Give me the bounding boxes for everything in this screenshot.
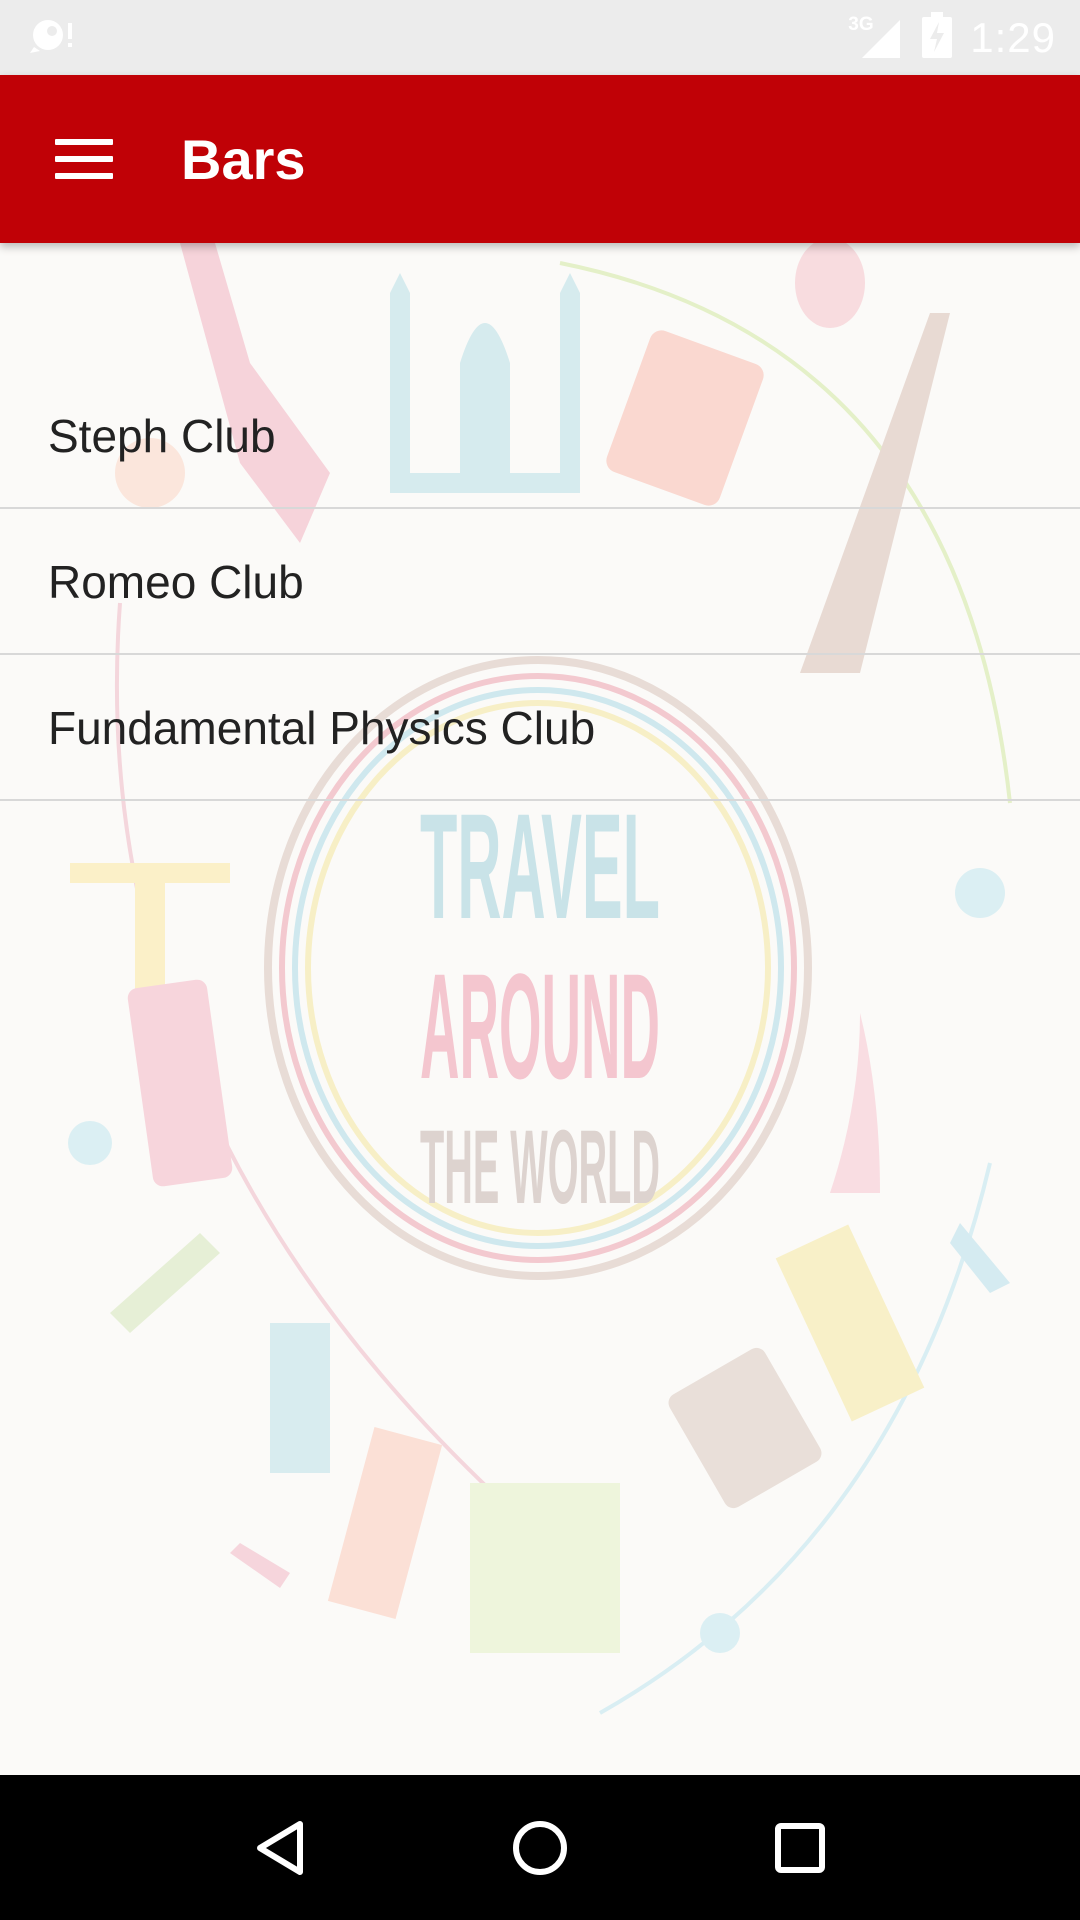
page-title: Bars [181,127,306,191]
signal-icon: 3G [848,14,904,60]
back-icon[interactable] [240,1808,320,1888]
list-item[interactable]: Steph Club [0,363,1080,509]
home-icon[interactable] [500,1808,580,1888]
content-area: TRAVEL AROUND THE WORLD Steph Club Romeo… [0,243,1080,1775]
battery-charging-icon [922,12,953,63]
status-bar: 3G 1:29 [0,0,1080,75]
list-item-label: Steph Club [48,410,276,462]
status-right: 3G 1:29 [848,12,1056,63]
list-item-label: Fundamental Physics Club [48,702,596,754]
list-item[interactable]: Fundamental Physics Club [0,655,1080,801]
status-time: 1:29 [970,13,1056,61]
list-item-label: Romeo Club [48,556,304,608]
recents-icon[interactable] [760,1808,840,1888]
status-left [28,13,78,62]
list-item[interactable]: Romeo Club [0,509,1080,655]
the-world-word: THE WORLD [420,1109,660,1226]
app-bar: Bars [0,75,1080,243]
around-word: AROUND [420,942,660,1110]
app-notification-icon [28,13,78,62]
bars-list: Steph Club Romeo Club Fundamental Physic… [0,363,1080,801]
travel-word: TRAVEL [420,782,660,950]
navigation-bar [0,1775,1080,1920]
hamburger-menu-icon[interactable] [55,139,113,179]
